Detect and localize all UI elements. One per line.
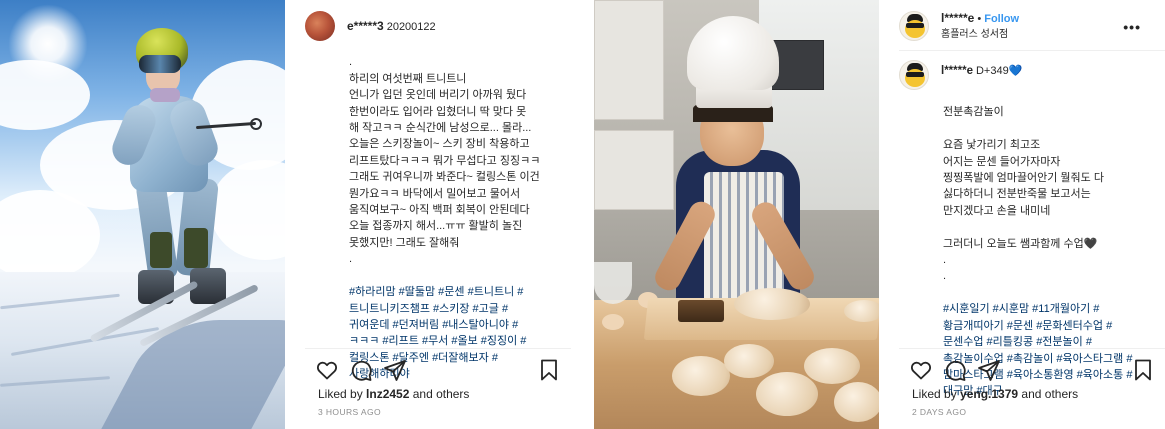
cookie-cutter (678, 300, 724, 322)
likes-suffix[interactable]: and others (1018, 387, 1078, 401)
kitchen-cabinet (594, 0, 664, 120)
egg-shell (602, 314, 624, 330)
divider (899, 348, 1165, 349)
glass-bowl (594, 262, 632, 304)
caption-text: . 하리의 여섯번째 트니트니 언니가 입던 옷인데 버리기 아까워 뒀다 한번… (349, 56, 541, 266)
dough-ball (804, 348, 860, 384)
skier-goggles (139, 55, 181, 73)
post-photo-skier[interactable] (0, 0, 285, 429)
action-bar (909, 358, 1153, 382)
caption-hashtags[interactable]: #시훈일기 #시훈맘 #11개월아기 # 황금개띠아기 #문센 #문화센터수업 … (943, 301, 1165, 399)
username[interactable]: l*****e (941, 11, 974, 25)
post-caption: . 하리의 여섯번째 트니트니 언니가 입던 옷인데 버리기 아까워 뒀다 한번… (349, 38, 571, 399)
post-timestamp: 2 DAYS AGO (912, 407, 967, 417)
post-photo-little-chef[interactable] (594, 0, 879, 429)
comment-username[interactable]: l*****e (941, 65, 973, 77)
caption-text: 전분촉감놀이 요즘 낯가리기 최고조 어지는 문센 들어가자마자 찡찡폭발에 엄… (943, 106, 1104, 283)
comment-icon[interactable] (349, 358, 373, 382)
post-panel: l*****e • Follow 홈플러스 성서점 ••• l*****e D+349… (899, 0, 1165, 429)
caption-header: l*****e D+349💙 (899, 60, 1022, 90)
more-options-icon[interactable]: ••• (1123, 19, 1141, 35)
blue-heart-icon: 💙 (1008, 65, 1023, 77)
dough-ball (756, 372, 818, 416)
skier-knee-pad (150, 232, 172, 268)
post-location[interactable]: 홈플러스 성서점 (941, 27, 1019, 42)
kitchen-cabinet (594, 130, 674, 210)
post-date: 20200122 (386, 20, 436, 33)
avatar[interactable] (305, 11, 335, 41)
post-timestamp: 3 HOURS AGO (318, 407, 381, 417)
dough-ball (672, 356, 730, 396)
liked-by-user[interactable]: lnz2452 (366, 387, 409, 401)
avatar-glasses (906, 23, 924, 28)
dough-ball (724, 344, 774, 378)
follow-button[interactable]: Follow (984, 13, 1019, 25)
likes-summary: Liked by lnz2452 and others (318, 387, 469, 401)
dough-ball (844, 300, 879, 322)
paper-plane-icon[interactable] (977, 358, 1001, 382)
divider (305, 348, 571, 349)
dough-ball (834, 382, 879, 422)
comment-icon[interactable] (943, 358, 967, 382)
heart-icon[interactable] (909, 358, 933, 382)
dough-ball (734, 288, 810, 320)
separator-dot: • (977, 13, 982, 25)
liked-by-user[interactable]: yeng.1379 (960, 387, 1018, 401)
instagram-post-1: e*****3 20200122 . 하리의 여섯번째 트니트니 언니가 입던 옷… (0, 0, 571, 429)
paper-plane-icon[interactable] (383, 358, 407, 382)
divider (899, 50, 1165, 51)
post-header: l*****e • Follow 홈플러스 성서점 ••• (899, 10, 1165, 42)
heart-icon[interactable] (315, 358, 339, 382)
skier-scarf (150, 88, 180, 102)
comment-time: D+349 (975, 65, 1009, 77)
likes-prefix: Liked by (912, 387, 961, 401)
likes-suffix[interactable]: and others (409, 387, 470, 401)
instagram-post-2: l*****e • Follow 홈플러스 성서점 ••• l*****e D+349… (594, 0, 1165, 429)
likes-summary: Liked by yeng.1379 and others (912, 387, 1078, 401)
avatar[interactable] (899, 11, 929, 41)
likes-prefix: Liked by (318, 387, 367, 401)
avatar[interactable] (899, 60, 929, 90)
bookmark-icon[interactable] (537, 358, 561, 382)
ski-pole-basket (250, 118, 262, 130)
action-bar (315, 358, 559, 382)
bookmark-icon[interactable] (1131, 358, 1155, 382)
post-panel: e*****3 20200122 . 하리의 여섯번째 트니트니 언니가 입던 옷… (305, 0, 571, 429)
username[interactable]: e*****3 (347, 19, 384, 33)
avatar-glasses (906, 72, 924, 77)
skier-knee-pad (184, 228, 208, 268)
